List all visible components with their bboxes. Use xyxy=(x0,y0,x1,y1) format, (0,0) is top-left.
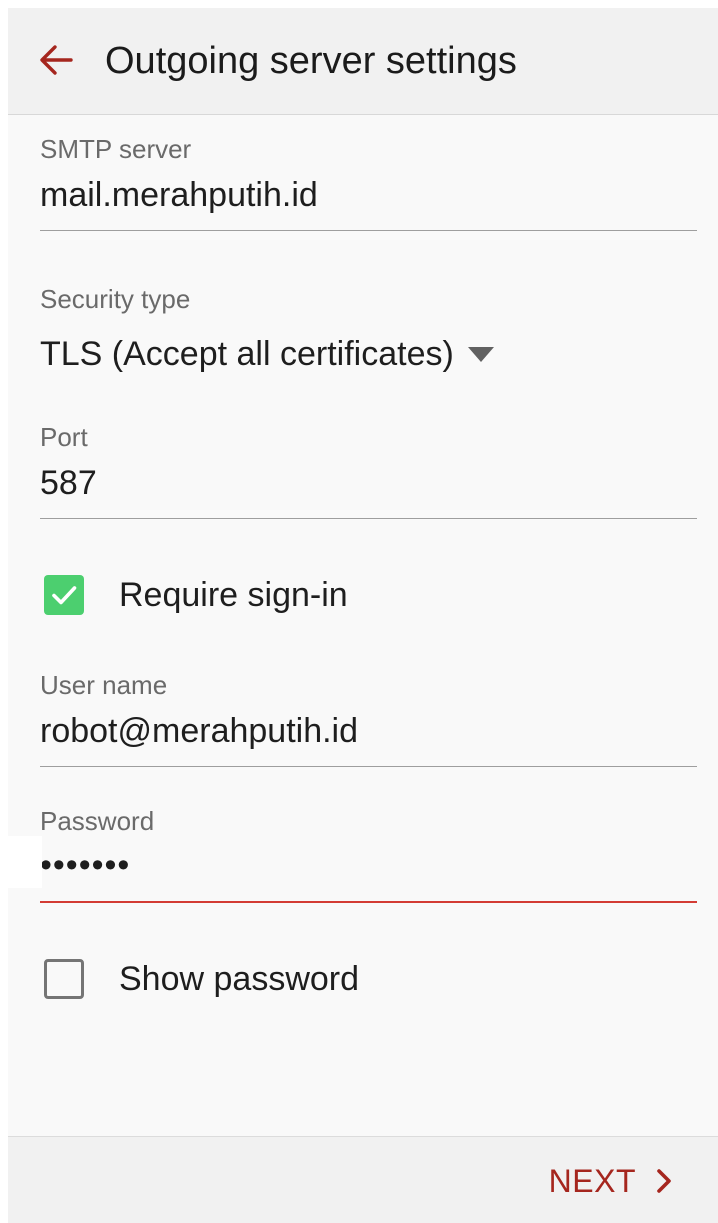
chevron-right-icon xyxy=(654,1166,674,1196)
smtp-server-label: SMTP server xyxy=(40,134,192,164)
page-title: Outgoing server settings xyxy=(105,40,517,82)
user-name-underline xyxy=(40,766,697,767)
port-label: Port xyxy=(40,422,88,452)
security-type-dropdown[interactable]: TLS (Accept all certificates) xyxy=(40,330,494,378)
smtp-server-input[interactable]: mail.merahputih.id xyxy=(40,174,318,216)
user-name-label: User name xyxy=(40,670,168,700)
arrow-left-icon xyxy=(40,45,73,75)
show-password-row[interactable]: Show password xyxy=(44,958,359,1000)
bottom-bar: NEXT xyxy=(8,1136,718,1223)
caret-down-icon xyxy=(467,346,494,362)
security-type-label: Security type xyxy=(40,284,191,314)
require-signin-checkbox[interactable] xyxy=(44,575,84,615)
security-type-value: TLS (Accept all certificates) xyxy=(40,335,454,373)
show-password-checkbox[interactable] xyxy=(44,959,84,999)
next-button[interactable]: NEXT xyxy=(549,1161,674,1201)
user-name-input[interactable]: robot@merahputih.id xyxy=(40,710,358,752)
require-signin-label: Require sign-in xyxy=(119,576,348,614)
port-underline xyxy=(40,518,697,519)
password-label: Password xyxy=(40,806,155,836)
app-bar: Outgoing server settings xyxy=(8,8,718,115)
show-password-label: Show password xyxy=(119,960,360,998)
smtp-server-underline xyxy=(40,230,697,231)
checkmark-icon xyxy=(52,586,77,605)
back-button[interactable] xyxy=(32,36,80,84)
next-label: NEXT xyxy=(548,1163,636,1199)
require-signin-row[interactable]: Require sign-in xyxy=(44,574,348,616)
screen-edge-patch xyxy=(0,836,42,888)
password-input[interactable]: ••••••• xyxy=(40,844,130,886)
port-input[interactable]: 587 xyxy=(40,462,97,504)
password-underline-active xyxy=(40,901,697,903)
outgoing-server-settings-screen: Outgoing server settings SMTP server mai… xyxy=(8,8,718,1223)
